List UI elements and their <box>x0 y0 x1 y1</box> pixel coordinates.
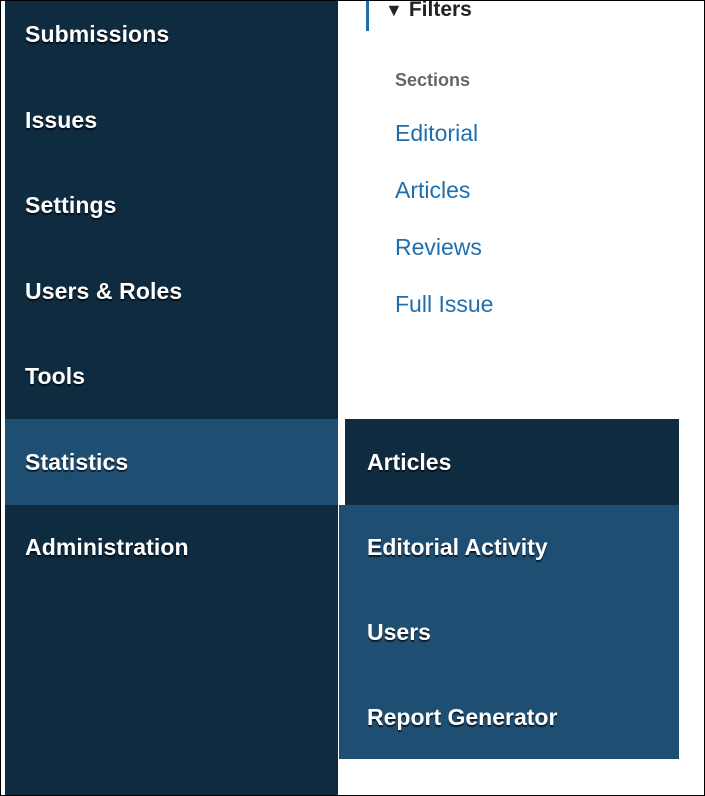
sidebar-item-users-roles[interactable]: Users & Roles <box>5 248 338 334</box>
submenu-item-label: Report Generator <box>367 703 558 730</box>
submenu-item-editorial-activity[interactable]: Editorial Activity <box>339 504 679 590</box>
statistics-submenu: Articles Editorial Activity Users Report… <box>339 419 679 759</box>
sidebar-item-submissions[interactable]: Submissions <box>5 1 338 77</box>
funnel-icon: ▼ <box>385 0 403 20</box>
sidebar-item-administration[interactable]: Administration <box>5 504 338 590</box>
section-link-full-issue[interactable]: Full Issue <box>395 291 493 318</box>
submenu-item-label: Articles <box>367 448 452 475</box>
sidebar-item-label: Issues <box>25 106 98 133</box>
submenu-item-label: Editorial Activity <box>367 533 548 560</box>
sidebar-item-settings[interactable]: Settings <box>5 162 338 248</box>
sidebar-item-statistics[interactable]: Statistics <box>5 419 338 505</box>
submenu-item-label: Users <box>367 618 431 645</box>
sidebar-item-tools[interactable]: Tools <box>5 333 338 419</box>
sections-label: Sections <box>395 70 471 90</box>
sidebar-item-label: Users & Roles <box>25 277 183 304</box>
section-link-articles[interactable]: Articles <box>395 177 470 204</box>
sidebar-item-label: Tools <box>25 362 86 389</box>
filters-heading-label: Filters <box>408 0 472 21</box>
submenu-item-articles[interactable]: Articles <box>345 419 679 505</box>
submenu-item-users[interactable]: Users <box>339 589 679 675</box>
sidebar-item-label: Statistics <box>25 448 129 475</box>
sidebar-item-label: Submissions <box>25 20 170 47</box>
app-frame: Submissions Issues Settings Users & Role… <box>0 0 705 796</box>
sidebar-nav: Submissions Issues Settings Users & Role… <box>5 1 338 795</box>
section-link-reviews[interactable]: Reviews <box>395 234 482 261</box>
sidebar-item-issues[interactable]: Issues <box>5 77 338 163</box>
sidebar-item-label: Settings <box>25 191 117 218</box>
filters-heading[interactable]: ▼ Filters <box>366 0 472 31</box>
sidebar-item-label: Administration <box>25 533 189 560</box>
section-link-editorial[interactable]: Editorial <box>395 120 478 147</box>
submenu-item-report-generator[interactable]: Report Generator <box>339 674 679 760</box>
